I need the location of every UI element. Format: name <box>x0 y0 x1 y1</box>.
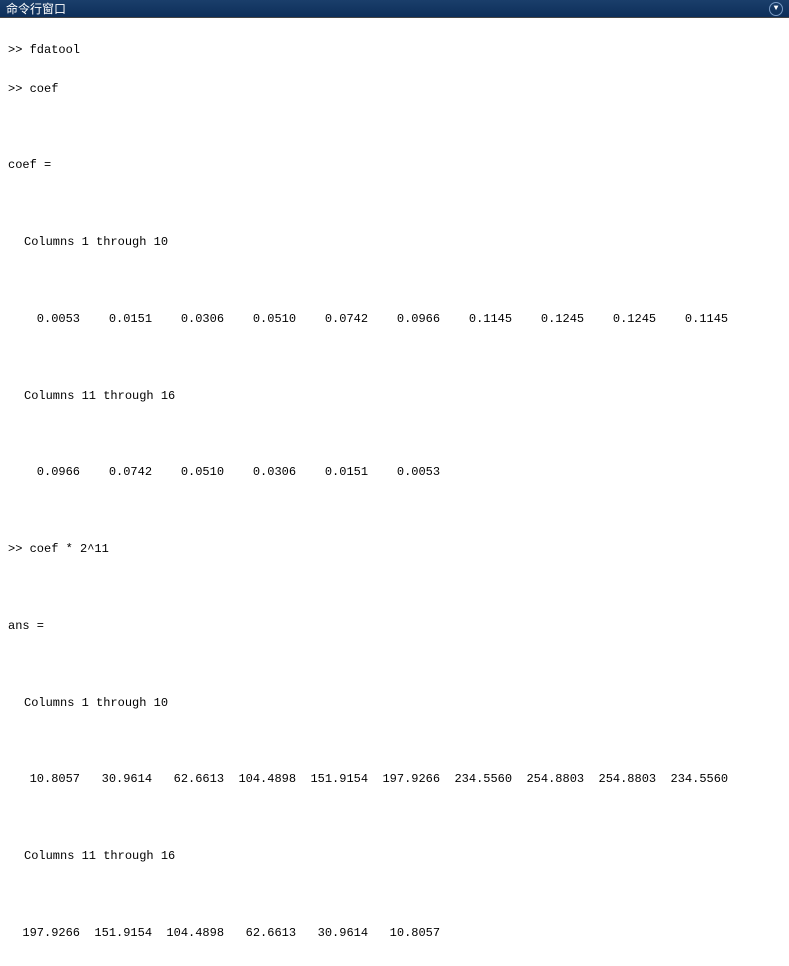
console-output[interactable]: >> fdatool >> coef coef = Columns 1 thro… <box>0 18 789 966</box>
blank-line <box>8 578 781 597</box>
dropdown-icon[interactable]: ▼ <box>769 2 783 16</box>
blank-line <box>8 195 781 214</box>
blank-line <box>8 271 781 290</box>
variable-header: ans = <box>8 617 781 636</box>
columns-header: Columns 11 through 16 <box>8 847 781 866</box>
variable-header: coef = <box>8 156 781 175</box>
window-title: 命令行窗口 <box>6 0 66 17</box>
data-row: 197.9266 151.9154 104.4898 62.6613 30.96… <box>8 924 781 943</box>
blank-line <box>8 655 781 674</box>
titlebar: 命令行窗口 ▼ <box>0 0 789 18</box>
columns-header: Columns 1 through 10 <box>8 233 781 252</box>
blank-line <box>8 809 781 828</box>
data-row: 0.0053 0.0151 0.0306 0.0510 0.0742 0.096… <box>8 310 781 329</box>
blank-line <box>8 732 781 751</box>
blank-line <box>8 118 781 137</box>
columns-header: Columns 1 through 10 <box>8 694 781 713</box>
command-prompt-line: >> fdatool <box>8 41 781 60</box>
blank-line <box>8 502 781 521</box>
command-prompt-line: >> coef * 2^11 <box>8 540 781 559</box>
blank-line <box>8 348 781 367</box>
data-row: 0.0966 0.0742 0.0510 0.0306 0.0151 0.005… <box>8 463 781 482</box>
command-prompt-line: >> coef <box>8 80 781 99</box>
blank-line <box>8 885 781 904</box>
data-row: 10.8057 30.9614 62.6613 104.4898 151.915… <box>8 770 781 789</box>
columns-header: Columns 11 through 16 <box>8 387 781 406</box>
blank-line <box>8 425 781 444</box>
